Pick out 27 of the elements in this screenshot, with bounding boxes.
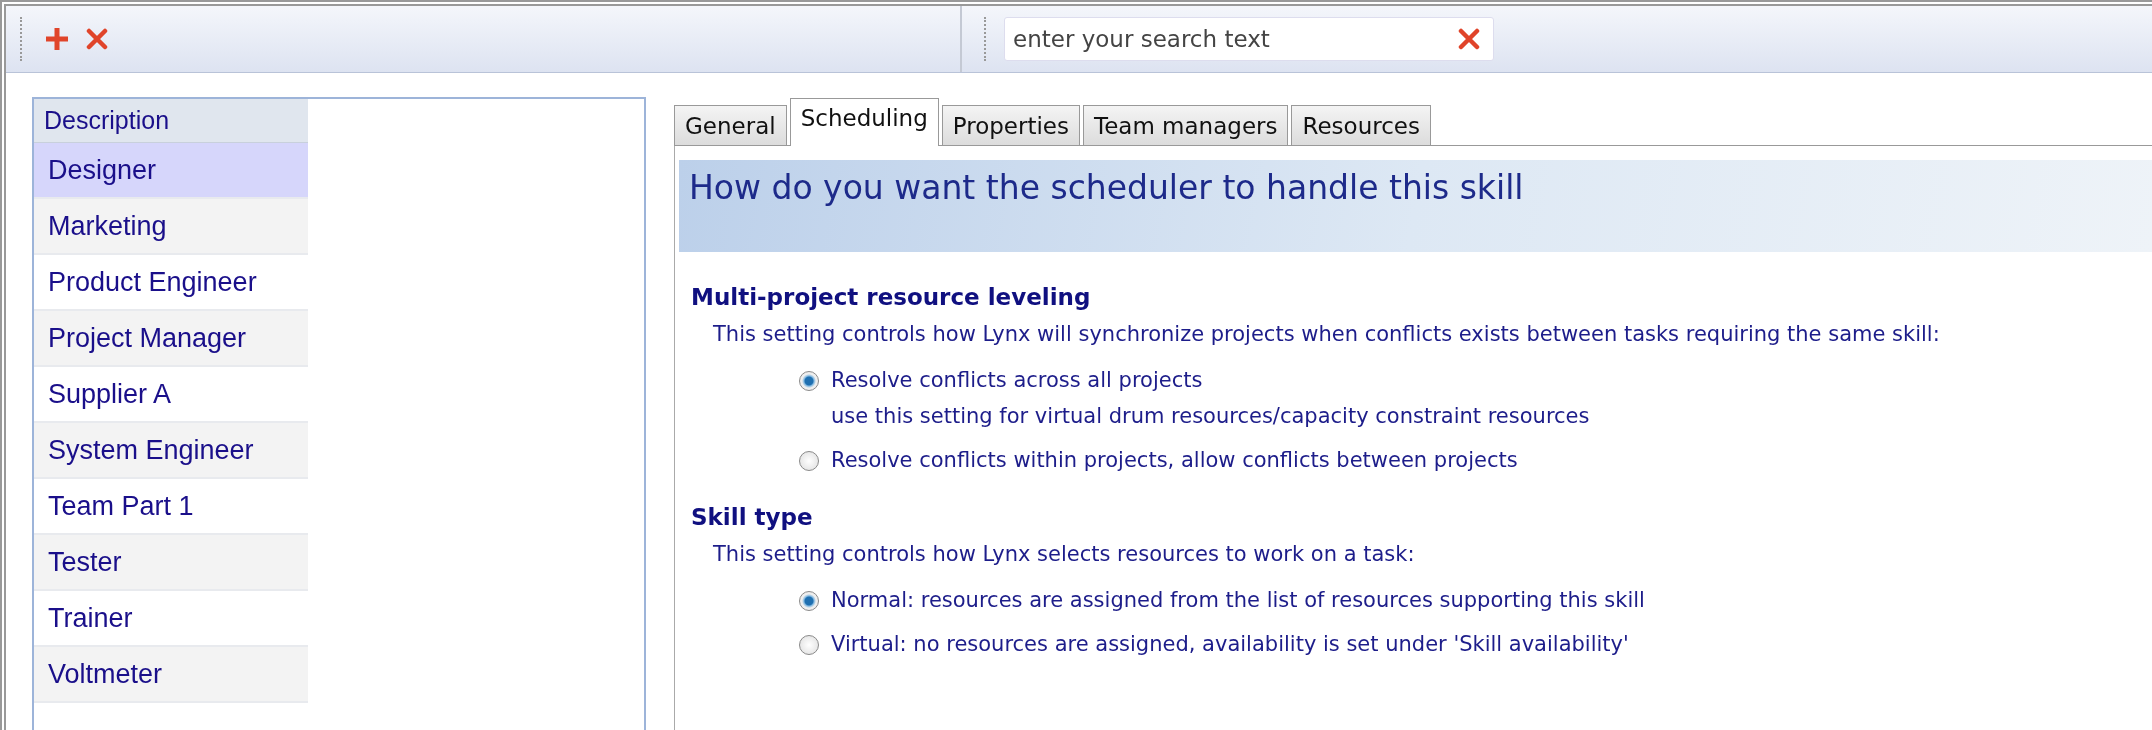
list-item[interactable]: Marketing	[34, 199, 308, 255]
tab[interactable]: General	[674, 105, 787, 145]
list-item[interactable]: Designer	[34, 143, 308, 199]
option-label: Normal: resources are assigned from the list of resources supporting this skill	[831, 588, 1645, 612]
tab[interactable]: Scheduling	[789, 98, 939, 146]
panel-title: How do you want the scheduler to handle this skill	[689, 168, 1524, 207]
search-field[interactable]: enter your search text	[1004, 17, 1494, 61]
list-item[interactable]: Tester	[34, 535, 308, 591]
section-heading: Multi-project resource leveling	[691, 284, 1092, 310]
list-item[interactable]: System Engineer	[34, 423, 308, 479]
section-description: This setting controls how Lynx will synchronize projects when conflicts exists between tasks requiring the same skill:	[713, 322, 1941, 346]
option-label: Virtual: no resources are assigned, availability is set under 'Skill availability'	[831, 632, 1629, 656]
section-description: This setting controls how Lynx selects resources to work on a task:	[713, 542, 1416, 566]
tab[interactable]: Resources	[1291, 105, 1431, 145]
option-label: Resolve conflicts across all projects	[831, 368, 1204, 392]
tab[interactable]: Team managers	[1083, 105, 1289, 145]
option-note: use this setting for virtual drum resources/capacity constraint resources	[831, 404, 1590, 428]
radio-button[interactable]	[799, 591, 819, 611]
tab[interactable]: Properties	[941, 105, 1080, 145]
radio-button[interactable]	[799, 371, 819, 391]
list-item[interactable]: Project Manager	[34, 311, 308, 367]
section-heading: Skill type	[691, 504, 814, 530]
radio-button[interactable]	[799, 635, 819, 655]
radio-button[interactable]	[799, 451, 819, 471]
option-label: Resolve conflicts within projects, allow conflicts between projects	[831, 448, 1518, 472]
list-item[interactable]: Voltmeter	[34, 647, 308, 703]
column-header: Description	[34, 99, 308, 143]
